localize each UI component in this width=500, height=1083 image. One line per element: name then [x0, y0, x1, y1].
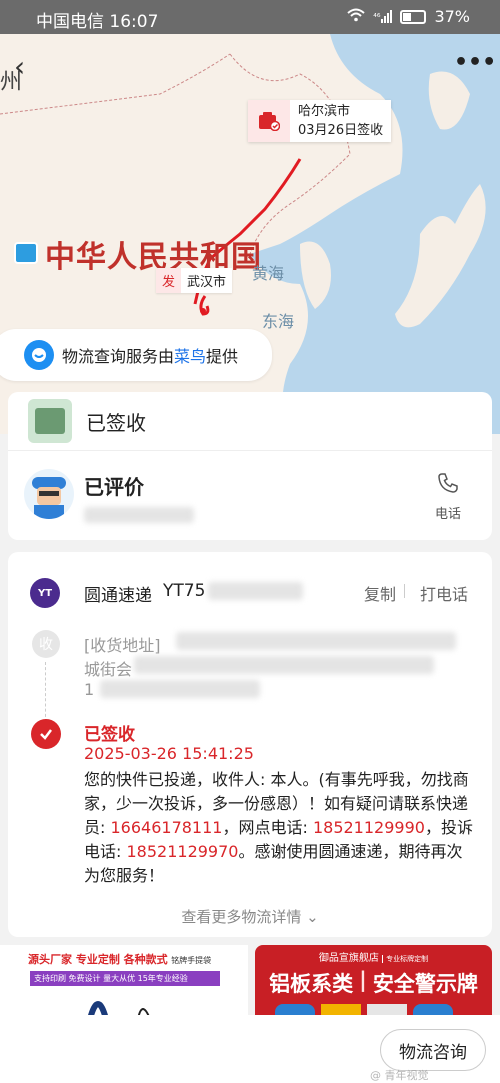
origin-marker[interactable]: 发 武汉市: [156, 268, 233, 293]
ad-right-shop: 御品宣旗舰店: [318, 953, 379, 964]
tracking-number-redacted: [208, 582, 303, 600]
tracking-number: YT75: [163, 581, 206, 601]
call-label: 电话: [434, 507, 461, 522]
complaint-phone[interactable]: 18521129970: [126, 842, 238, 861]
logistics-consult-button[interactable]: 物流咨询: [380, 1029, 486, 1071]
ad-left-subline: 支持印刷 免费设计 量大从优 15年专业经验: [30, 971, 220, 986]
watermark: @ 青年视觉: [370, 1069, 429, 1082]
address-redacted-3: [100, 680, 260, 698]
package-thumbnail: [28, 399, 72, 443]
provider-banner: 物流查询服务由菜鸟提供: [0, 329, 272, 381]
ad-strip[interactable]: 源头厂家 专业定制 各种款式 铭牌手提袋 支持印刷 免费设计 量大从优 15年专…: [0, 945, 500, 1020]
signal-icon: ⁴⁶: [373, 10, 393, 23]
ad-left[interactable]: 源头厂家 专业定制 各种款式 铭牌手提袋 支持印刷 免费设计 量大从优 15年专…: [0, 945, 248, 1020]
status-bar: 中国电信 16:07 ⁴⁶ 37%: [0, 0, 500, 34]
signed-time: 2025-03-26 15:41:25: [84, 744, 254, 763]
signed-box-icon: [248, 100, 290, 142]
ad-right-tag: 专业标牌定制: [382, 955, 429, 963]
address-redacted-2: [134, 656, 434, 674]
divider: [404, 584, 405, 598]
ad-right[interactable]: 御品宣旗舰店 专业标牌定制 铝板系类 | 安全警示牌: [255, 945, 492, 1020]
more-details-link[interactable]: 查看更多物流详情 ⌄: [8, 906, 492, 927]
battery-level: 37%: [434, 7, 470, 26]
chevron-down-icon: ⌄: [306, 908, 319, 926]
carrier-time: 中国电信 16:07: [36, 12, 159, 32]
receive-badge: 收: [32, 630, 60, 658]
back-arrow-icon[interactable]: ‹: [14, 50, 25, 83]
courier-phone[interactable]: 16646178111: [110, 818, 222, 837]
more-options-icon[interactable]: •••: [454, 50, 496, 75]
ad-left-small: 铭牌手提袋: [171, 956, 212, 965]
status-title: 已签收: [86, 410, 146, 435]
address-line-2: 城街会: [84, 660, 133, 679]
yto-logo-icon: YT: [30, 578, 60, 608]
address-label: [收货地址]: [84, 636, 161, 655]
ad-right-title-a: 铝板系类: [269, 972, 354, 996]
origin-badge: 发: [156, 268, 182, 293]
battery-icon: [400, 9, 427, 24]
address-redacted-1: [176, 632, 456, 650]
bottom-bar: 物流咨询 @ 青年视觉: [0, 1015, 500, 1083]
destination-date: 03月26日签收: [298, 123, 384, 138]
call-courier-company-button[interactable]: 打电话: [420, 581, 468, 605]
courier-name-redacted: [84, 507, 194, 523]
courier-card: 已评价 电话: [8, 450, 492, 540]
ad-right-title-b: 安全警示牌: [372, 972, 478, 996]
destination-city: 哈尔滨市: [298, 104, 351, 119]
cainiao-logo-icon: [24, 340, 54, 370]
timeline-line: [45, 662, 46, 722]
map-cainiao-icon: [14, 242, 38, 264]
destination-marker[interactable]: 哈尔滨市 03月26日签收: [248, 100, 392, 142]
signed-title: 已签收: [84, 725, 135, 745]
branch-phone[interactable]: 18521129990: [313, 818, 425, 837]
provider-text: 物流查询服务由菜鸟提供: [62, 347, 239, 366]
copy-button[interactable]: 复制: [364, 581, 396, 605]
tracking-card: YT 圆通速递 YT75 复制 打电话 收 [收货地址] 城街会 1 已签收 2…: [8, 552, 492, 937]
courier-avatar: [24, 469, 74, 519]
origin-city: 武汉市: [187, 275, 227, 290]
call-courier-button[interactable]: 电话: [428, 471, 468, 522]
delivery-message: 您的快件已投递，收件人: 本人。(有事先呼我，勿找商家，少一次投诉，多一份感恩）…: [84, 770, 473, 885]
ad-left-headline: 源头厂家 专业定制 各种款式: [28, 953, 168, 966]
wifi-icon: [347, 7, 365, 26]
review-status: 已评价: [84, 475, 144, 499]
yellow-sea-label: 黄海: [252, 264, 285, 283]
provider-brand: 菜鸟: [174, 347, 207, 366]
address-line-3: 1: [84, 680, 95, 699]
east-sea-label: 东海: [262, 312, 295, 331]
courier-company: 圆通速递: [84, 586, 152, 606]
signed-check-icon: [31, 719, 61, 749]
phone-icon: [438, 473, 458, 493]
delivery-status-card: 已签收: [8, 392, 492, 450]
